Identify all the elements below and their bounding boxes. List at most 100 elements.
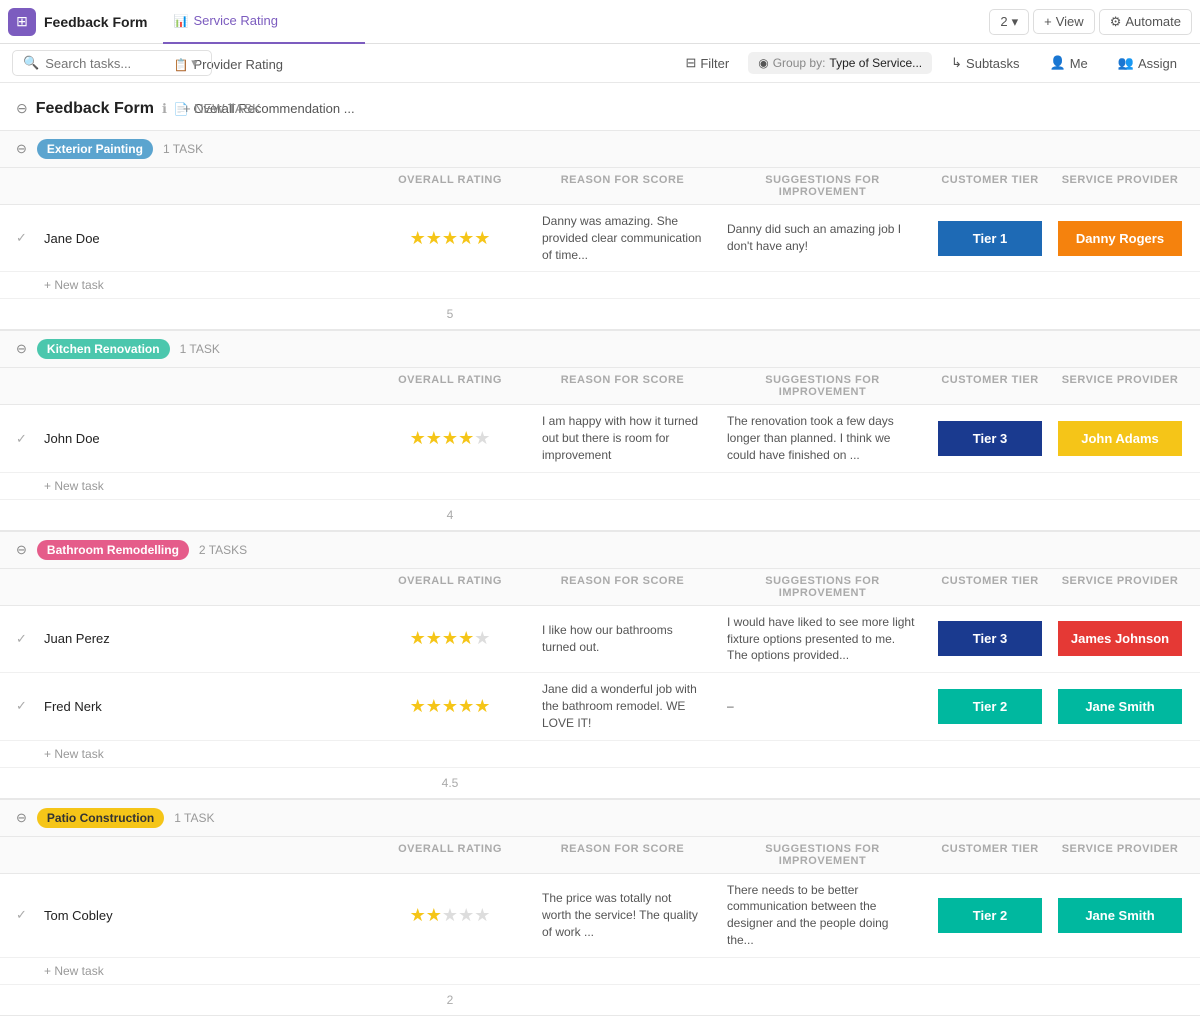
main-content: ⊖ Feedback Form ℹ + NEW TASK ⊖ Exterior … — [0, 83, 1200, 1032]
avg-empty — [0, 989, 370, 1011]
tier-cell: Tier 3 — [930, 617, 1050, 660]
search-icon: 🔍 — [23, 55, 39, 71]
tier-cell: Tier 3 — [930, 417, 1050, 460]
task-check[interactable]: ✓ — [16, 698, 36, 714]
plus-icon: + — [1044, 14, 1052, 29]
search-input[interactable] — [45, 56, 185, 71]
group-toggle-kitchen-renovation[interactable]: ⊖ — [16, 341, 27, 357]
col-taskname — [0, 575, 370, 599]
star-3: ★ — [442, 905, 458, 926]
new-task-row[interactable]: + New task — [0, 741, 1200, 768]
reason-cell: The price was totally not worth the serv… — [530, 882, 715, 948]
star-1: ★ — [410, 428, 426, 449]
page-info-icon[interactable]: ℹ — [162, 101, 167, 117]
task-name-cell: ✓ John Doe — [0, 423, 370, 455]
avg-row: 4.5 — [0, 768, 1200, 799]
new-task-row[interactable]: + New task — [0, 473, 1200, 500]
star-5: ★ — [474, 905, 490, 926]
group-section-exterior-painting: ⊖ Exterior Painting 1 TASK OVERALL RATIN… — [0, 130, 1200, 330]
col-reason: REASON FOR SCORE — [530, 174, 715, 198]
task-check[interactable]: ✓ — [16, 631, 36, 647]
group-section-kitchen-renovation: ⊖ Kitchen Renovation 1 TASK OVERALL RATI… — [0, 330, 1200, 530]
reason-cell: Danny was amazing. She provided clear co… — [530, 205, 715, 271]
task-row[interactable]: ✓ Fred Nerk ★★★★★ Jane did a wonderful j… — [0, 673, 1200, 740]
task-row[interactable]: ✓ Jane Doe ★★★★★ Danny was amazing. She … — [0, 205, 1200, 272]
col-suggestions: SUGGESTIONS FOR IMPROVEMENT — [715, 843, 930, 867]
page-title: Feedback Form — [36, 100, 154, 118]
group-count-kitchen-renovation: 1 TASK — [180, 342, 220, 356]
reason-cell: I like how our bathrooms turned out. — [530, 614, 715, 664]
star-2: ★ — [426, 905, 442, 926]
col-suggestions: SUGGESTIONS FOR IMPROVEMENT — [715, 374, 930, 398]
group-tag-patio-construction: Patio Construction — [37, 808, 164, 828]
groupby-btn[interactable]: ◉ Group by: Type of Service... — [748, 52, 932, 74]
tier-badge: Tier 2 — [938, 898, 1042, 933]
avg-empty — [0, 303, 370, 325]
star-1: ★ — [410, 628, 426, 649]
provider-badge: Jane Smith — [1058, 689, 1182, 724]
group-toggle-bathroom-remodelling[interactable]: ⊖ — [16, 542, 27, 558]
new-task-header-btn[interactable]: + NEW TASK — [175, 99, 269, 118]
task-name-cell: ✓ Fred Nerk — [0, 690, 370, 722]
assign-icon: 👥 — [1118, 55, 1134, 71]
star-1: ★ — [410, 696, 426, 717]
avg-empty4 — [930, 772, 1050, 794]
task-check[interactable]: ✓ — [16, 230, 36, 246]
star-4: ★ — [458, 428, 474, 449]
avg-empty5 — [1050, 989, 1190, 1011]
search-box[interactable]: 🔍 ▾ — [12, 50, 212, 76]
col-overall-rating: OVERALL RATING — [370, 843, 530, 867]
avg-row: 2 — [0, 985, 1200, 1016]
suggestions-cell: The renovation took a few days longer th… — [715, 405, 930, 471]
page-header-toggle[interactable]: ⊖ — [16, 100, 28, 117]
col-service-provider: SERVICE PROVIDER — [1050, 575, 1190, 599]
view-btn[interactable]: + View — [1033, 9, 1095, 34]
star-3: ★ — [442, 228, 458, 249]
star-4: ★ — [458, 905, 474, 926]
group-toggle-patio-construction[interactable]: ⊖ — [16, 810, 27, 826]
view-count-btn[interactable]: 2 ▾ — [989, 9, 1029, 35]
group-tag-kitchen-renovation: Kitchen Renovation — [37, 339, 170, 359]
task-check[interactable]: ✓ — [16, 907, 36, 923]
assign-btn[interactable]: 👥 Assign — [1107, 50, 1188, 76]
provider-cell: Danny Rogers — [1050, 217, 1190, 260]
new-task-row[interactable]: + New task — [0, 958, 1200, 985]
col-service-provider: SERVICE PROVIDER — [1050, 374, 1190, 398]
groupby-label: Group by: — [773, 56, 826, 70]
group-toggle-exterior-painting[interactable]: ⊖ — [16, 141, 27, 157]
groupby-value: Type of Service... — [829, 56, 922, 70]
task-check[interactable]: ✓ — [16, 431, 36, 447]
subtasks-label: Subtasks — [966, 56, 1019, 71]
tier-badge: Tier 3 — [938, 621, 1042, 656]
groups-container: ⊖ Exterior Painting 1 TASK OVERALL RATIN… — [0, 130, 1200, 1016]
avg-empty2 — [530, 772, 715, 794]
provider-cell: James Johnson — [1050, 617, 1190, 660]
avg-empty5 — [1050, 772, 1190, 794]
star-4: ★ — [458, 696, 474, 717]
search-dropdown-icon: ▾ — [191, 55, 198, 71]
automate-btn[interactable]: ⚙ Automate — [1099, 9, 1192, 35]
col-taskname — [0, 174, 370, 198]
reason-cell: I am happy with how it turned out but th… — [530, 405, 715, 471]
avg-empty5 — [1050, 303, 1190, 325]
star-5: ★ — [474, 228, 490, 249]
task-row[interactable]: ✓ John Doe ★★★★★ I am happy with how it … — [0, 405, 1200, 472]
avg-empty — [0, 772, 370, 794]
nav-tab-service-rating[interactable]: 📊Service Rating — [163, 0, 364, 44]
task-row[interactable]: ✓ Juan Perez ★★★★★ I like how our bathro… — [0, 606, 1200, 673]
tier-cell: Tier 2 — [930, 894, 1050, 937]
avg-empty — [0, 504, 370, 526]
new-task-row[interactable]: + New task — [0, 272, 1200, 299]
tier-badge: Tier 3 — [938, 421, 1042, 456]
me-btn[interactable]: 👤 Me — [1039, 50, 1099, 76]
col-reason: REASON FOR SCORE — [530, 374, 715, 398]
task-name: Jane Doe — [44, 231, 100, 246]
filter-btn[interactable]: ⊟ Filter — [674, 50, 740, 76]
avg-empty3 — [715, 504, 930, 526]
subtasks-btn[interactable]: ↳ Subtasks — [940, 50, 1030, 76]
group-tag-exterior-painting: Exterior Painting — [37, 139, 153, 159]
group-header-kitchen-renovation: ⊖ Kitchen Renovation 1 TASK — [0, 330, 1200, 368]
task-row[interactable]: ✓ Tom Cobley ★★★★★ The price was totally… — [0, 874, 1200, 958]
avg-empty4 — [930, 303, 1050, 325]
col-headers-bathroom-remodelling: OVERALL RATING REASON FOR SCORE SUGGESTI… — [0, 569, 1200, 606]
